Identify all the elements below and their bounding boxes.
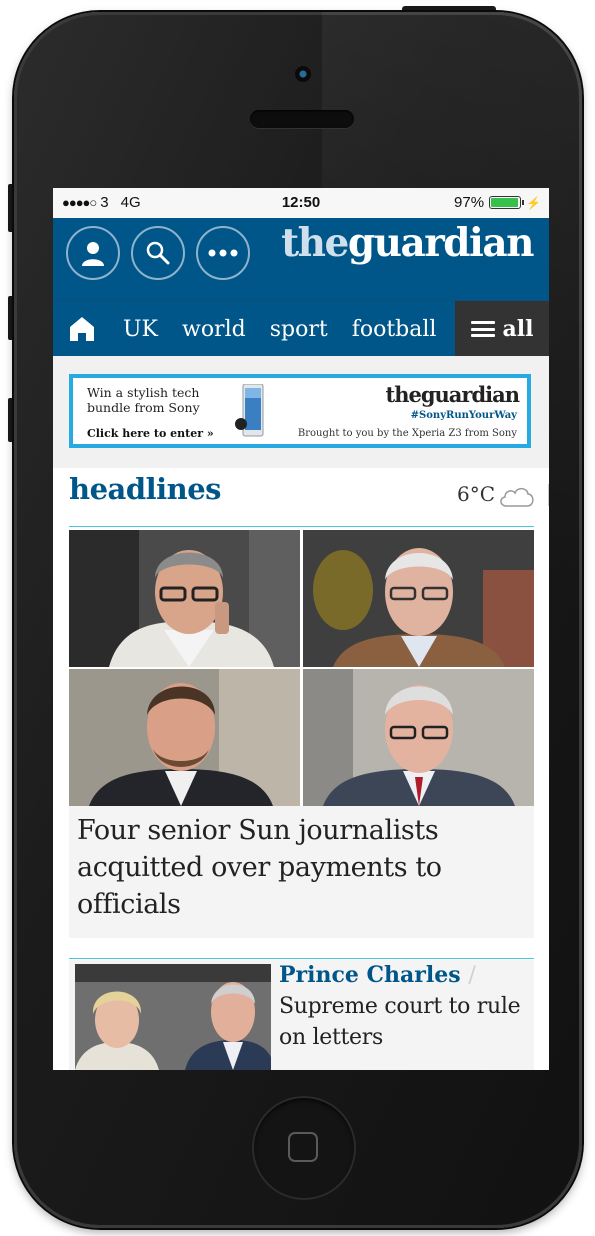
ad-text: Win a stylish tech bundle from Sony	[87, 385, 200, 415]
home-icon	[70, 317, 94, 341]
photo-journalist-4	[303, 669, 534, 806]
phone-screen: ●●●●○ 3 4G 12:50 97% ⚡ theguardian UK wo…	[53, 188, 549, 1070]
battery-icon	[489, 196, 525, 209]
charging-bolt-icon: ⚡	[526, 195, 541, 210]
nav-item-football[interactable]: football	[340, 317, 449, 342]
section-title[interactable]: headlines	[69, 472, 222, 506]
nav-item-sport[interactable]: sport	[258, 317, 340, 342]
menu-icon	[470, 321, 495, 337]
weather-divider	[548, 484, 549, 506]
profile-button[interactable]	[66, 226, 120, 280]
photo-journalist-1	[69, 530, 300, 667]
search-icon	[146, 241, 170, 265]
cloud-icon	[500, 487, 534, 507]
headlines-section-header: headlines 6°C	[53, 468, 549, 526]
top-story-headline[interactable]: Four senior Sun journalists acquitted ov…	[77, 812, 524, 923]
photo-journalist-3	[69, 669, 300, 806]
phone-product-image	[235, 384, 264, 437]
nav-all-label: all	[502, 316, 534, 342]
status-bar: ●●●●○ 3 4G 12:50 97% ⚡	[53, 188, 549, 218]
home-button[interactable]	[252, 1096, 356, 1200]
earpiece-speaker	[250, 110, 354, 128]
more-icon	[208, 249, 238, 257]
profile-icon	[82, 242, 104, 266]
ad-hashtag: #SonyRunYourWay	[410, 410, 517, 421]
search-button[interactable]	[131, 226, 185, 280]
sony-ad-banner[interactable]: Win a stylish tech bundle from Sony Clic…	[69, 374, 531, 448]
nav-item-world[interactable]: world	[170, 317, 258, 342]
nav-home[interactable]	[53, 316, 111, 342]
ad-cta-link[interactable]: Click here to enter »	[87, 427, 214, 440]
weather-temperature[interactable]: 6°C	[457, 482, 495, 506]
section-rule	[69, 526, 534, 527]
ad-area: Win a stylish tech bundle from Sony Clic…	[53, 356, 549, 468]
top-story-photo-grid[interactable]	[69, 530, 534, 806]
story-card[interactable]: Prince Charles / Supreme court to rule o…	[69, 960, 534, 1070]
battery-percent: 97%	[454, 194, 485, 211]
top-story-card[interactable]: Four senior Sun journalists acquitted ov…	[69, 806, 534, 938]
ad-sponsor-text: Brought to you by the Xperia Z3 from Son…	[297, 428, 517, 439]
section-nav: UK world sport football all	[53, 300, 549, 357]
story-title[interactable]: Supreme court to rule on letters	[279, 991, 529, 1053]
guardian-logo[interactable]: theguardian	[281, 220, 534, 266]
story-photo	[75, 964, 271, 1070]
ad-guardian-logo: theguardian	[385, 382, 520, 407]
front-camera	[295, 66, 311, 82]
more-button[interactable]	[196, 226, 250, 280]
nav-item-uk[interactable]: UK	[111, 317, 170, 342]
nav-all-button[interactable]: all	[455, 301, 549, 357]
photo-journalist-2	[303, 530, 534, 667]
story-kicker[interactable]: Prince Charles /	[279, 962, 476, 988]
app-header: theguardian	[53, 218, 549, 300]
story-divider	[69, 958, 534, 959]
